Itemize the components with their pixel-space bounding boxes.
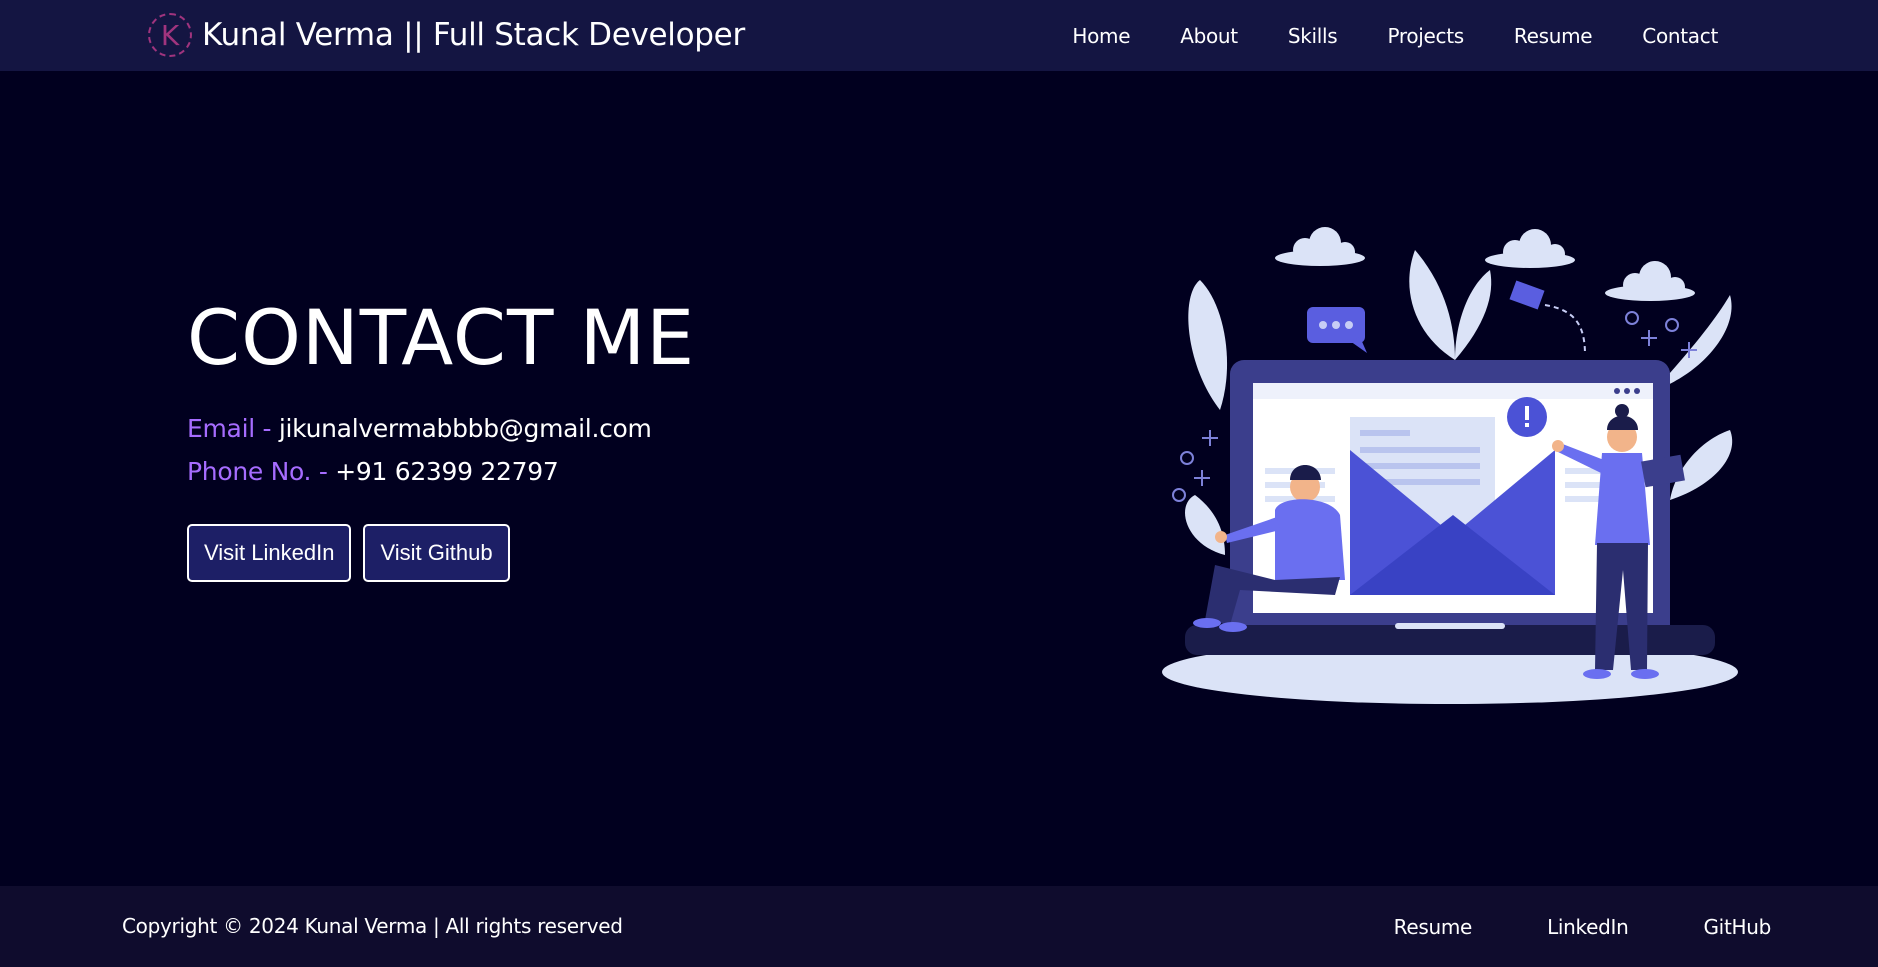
nav-link-skills[interactable]: Skills: [1288, 24, 1338, 48]
email-line: Email - jikunalvermabbbb@gmail.com: [187, 414, 695, 443]
contact-email-illustration-icon: [1162, 227, 1738, 704]
nav-link-contact[interactable]: Contact: [1642, 24, 1718, 48]
nav-links: Home About Skills Projects Resume Contac…: [1022, 0, 1718, 71]
copyright-text: Copyright © 2024 Kunal Verma | All right…: [122, 914, 623, 938]
phone-line: Phone No. - +91 62399 22797: [187, 457, 695, 486]
logo-letter: K: [160, 18, 180, 52]
email-label: Email -: [187, 414, 272, 443]
nav-link-home[interactable]: Home: [1072, 24, 1130, 48]
visit-linkedin-button[interactable]: Visit LinkedIn: [187, 524, 352, 582]
footer: Copyright © 2024 Kunal Verma | All right…: [0, 886, 1878, 967]
page-title: CONTACT ME: [187, 293, 696, 382]
flying-envelope-icon: [1509, 280, 1586, 356]
logo-icon[interactable]: K: [148, 13, 192, 57]
navbar: K Kunal Verma || Full Stack Developer Ho…: [0, 0, 1878, 71]
envelope-icon: [1350, 397, 1555, 595]
email-value: jikunalvermabbbb@gmail.com: [278, 414, 652, 443]
footer-links: Resume LinkedIn GitHub: [1319, 886, 1772, 967]
nav-link-about[interactable]: About: [1180, 24, 1238, 48]
contact-section: CONTACT ME Email - jikunalvermabbbb@gmai…: [187, 300, 695, 582]
phone-value: +91 62399 22797: [335, 457, 559, 486]
phone-label: Phone No. -: [187, 457, 328, 486]
footer-link-linkedin[interactable]: LinkedIn: [1547, 915, 1629, 939]
nav-link-projects[interactable]: Projects: [1387, 24, 1464, 48]
footer-link-github[interactable]: GitHub: [1703, 915, 1771, 939]
nav-link-resume[interactable]: Resume: [1514, 24, 1593, 48]
brand[interactable]: K Kunal Verma || Full Stack Developer: [148, 10, 745, 60]
visit-github-button[interactable]: Visit Github: [363, 524, 510, 582]
chat-bubble-icon: [1307, 307, 1367, 353]
footer-link-resume[interactable]: Resume: [1394, 915, 1473, 939]
brand-title[interactable]: Kunal Verma || Full Stack Developer: [202, 17, 745, 53]
social-buttons: Visit LinkedIn Visit Github: [187, 524, 695, 582]
